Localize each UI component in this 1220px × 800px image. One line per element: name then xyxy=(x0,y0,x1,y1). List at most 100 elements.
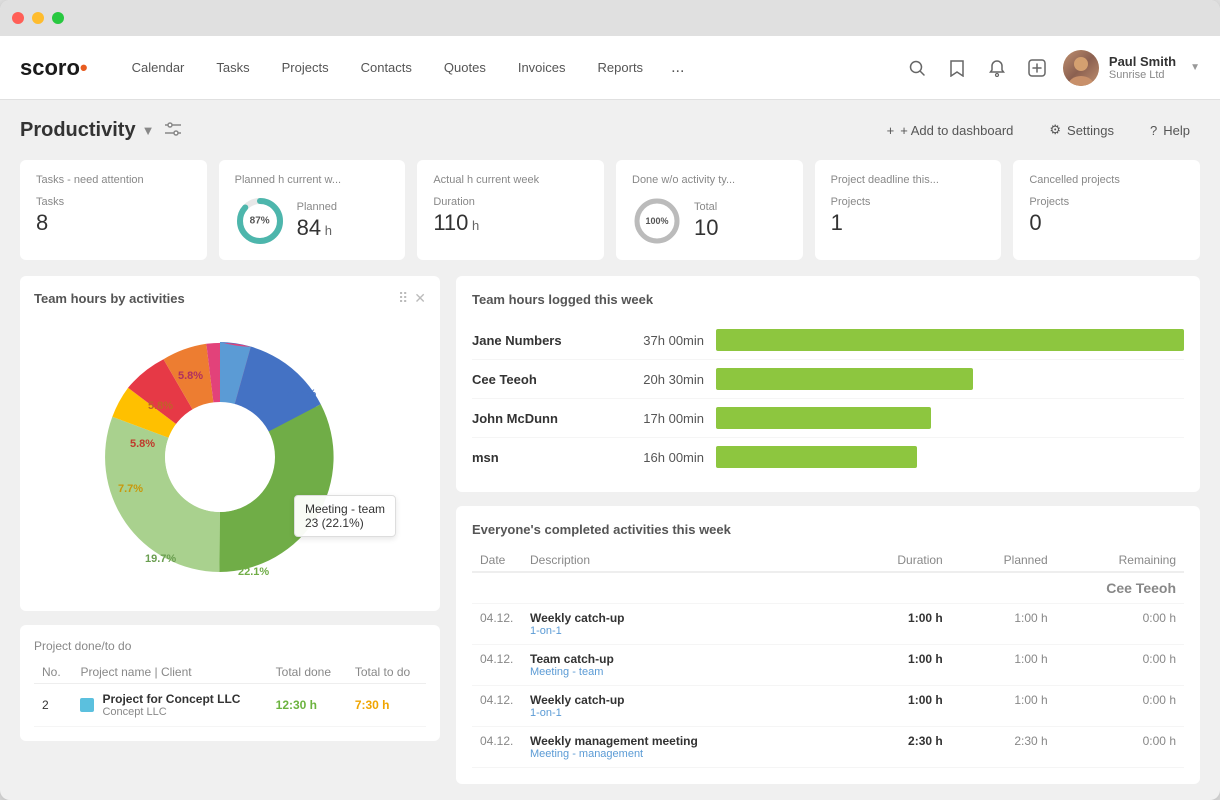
stat-planned-unit: h xyxy=(325,223,332,238)
col-duration: Duration xyxy=(843,549,950,572)
stat-deadline-label: Projects xyxy=(831,196,871,208)
hours-logged-card: Team hours logged this week Jane Numbers… xyxy=(456,276,1200,492)
nav-reports[interactable]: Reports xyxy=(584,52,658,83)
hours-val-3: 16h 00min xyxy=(614,450,704,465)
stat-cancelled: Cancelled projects Projects 0 xyxy=(1013,160,1200,260)
right-panel: Team hours logged this week Jane Numbers… xyxy=(456,276,1200,784)
col-date: Date xyxy=(472,549,522,572)
act-plan-3: 2:30 h xyxy=(951,727,1056,768)
act-rem-0: 0:00 h xyxy=(1056,604,1184,645)
act-rem-2: 0:00 h xyxy=(1056,686,1184,727)
user-menu[interactable]: Paul Smith Sunrise Ltd ▼ xyxy=(1063,50,1200,86)
filter-dropdown-icon[interactable]: ▼ xyxy=(142,123,155,138)
act-dur-1: 1:00 h xyxy=(843,645,950,686)
act-date-2: 04.12. xyxy=(472,686,522,727)
main-content: Productivity ▼ + + Add to dashboard ⚙ Se… xyxy=(0,100,1220,800)
maximize-button[interactable] xyxy=(52,12,64,24)
act-dur-2: 1:00 h xyxy=(843,686,950,727)
logo-accent: • xyxy=(80,55,88,80)
pie-label-2: 22.1% xyxy=(238,566,269,578)
pie-label-6: 5.8% xyxy=(148,400,173,412)
notification-icon[interactable] xyxy=(983,54,1011,82)
nav-contacts[interactable]: Contacts xyxy=(347,52,426,83)
project-todo: 7:30 h xyxy=(347,684,426,727)
act-desc-0: Weekly catch-up xyxy=(530,611,835,625)
chart-card-header: Team hours by activities ⠿ ✕ xyxy=(34,290,426,307)
page-title: Productivity xyxy=(20,119,136,142)
stat-actual-unit: h xyxy=(472,218,479,233)
activity-row-0: 04.12. Weekly catch-up 1-on-1 1:00 h 1:0… xyxy=(472,604,1184,645)
chart-actions: ⠿ ✕ xyxy=(398,290,426,307)
stat-cancelled-title: Cancelled projects xyxy=(1029,174,1184,186)
col-desc: Description xyxy=(522,549,843,572)
project-table: No. Project name | Client Total done Tot… xyxy=(34,661,426,727)
nav-more[interactable]: ... xyxy=(661,51,694,85)
left-panel: Team hours by activities ⠿ ✕ xyxy=(20,276,440,784)
act-sub-1: Meeting - team xyxy=(530,666,835,678)
stat-actual-title: Actual h current week xyxy=(433,174,588,186)
drag-icon[interactable]: ⠿ xyxy=(398,290,408,307)
pie-label-4: 7.7% xyxy=(118,483,143,495)
act-plan-2: 1:00 h xyxy=(951,686,1056,727)
act-desc-3: Weekly management meeting xyxy=(530,734,835,748)
stat-deadline: Project deadline this... Projects 1 xyxy=(815,160,1002,260)
col-no: No. xyxy=(34,661,72,684)
hours-val-1: 20h 30min xyxy=(614,372,704,387)
bar-2 xyxy=(716,407,1184,429)
act-desc-1: Team catch-up xyxy=(530,652,835,666)
hours-row-3: msn 16h 00min xyxy=(472,438,1184,476)
hours-row-2: John McDunn 17h 00min xyxy=(472,399,1184,438)
navbar: scoro• Calendar Tasks Projects Contacts … xyxy=(0,36,1220,100)
project-done: 12:30 h xyxy=(268,684,347,727)
act-rem-3: 0:00 h xyxy=(1056,727,1184,768)
close-icon[interactable]: ✕ xyxy=(414,290,426,307)
close-button[interactable] xyxy=(12,12,24,24)
user-name: Paul Smith xyxy=(1109,54,1176,69)
done-percent: 100% xyxy=(645,216,668,226)
dashboard-header: Productivity ▼ + + Add to dashboard ⚙ Se… xyxy=(20,116,1200,144)
user-company: Sunrise Ltd xyxy=(1109,69,1176,81)
act-dur-3: 2:30 h xyxy=(843,727,950,768)
nav-tasks[interactable]: Tasks xyxy=(202,52,263,83)
hours-row-1: Cee Teeoh 20h 30min xyxy=(472,360,1184,399)
add-icon[interactable] xyxy=(1023,54,1051,82)
bar-1 xyxy=(716,368,1184,390)
stat-done-value: 10 xyxy=(694,215,718,241)
add-to-dashboard-button[interactable]: + + Add to dashboard xyxy=(877,117,1024,144)
settings-button[interactable]: ⚙ Settings xyxy=(1039,116,1124,144)
nav-invoices[interactable]: Invoices xyxy=(504,52,580,83)
planned-donut-chart: 87% xyxy=(235,196,285,246)
nav-right: Paul Smith Sunrise Ltd ▼ xyxy=(903,50,1200,86)
nav-quotes[interactable]: Quotes xyxy=(430,52,500,83)
nav-calendar[interactable]: Calendar xyxy=(118,52,199,83)
pie-label-7: 5.8% xyxy=(178,370,203,382)
project-table-title: Project done/to do xyxy=(34,639,426,653)
hours-row-0: Jane Numbers 37h 00min xyxy=(472,321,1184,360)
avatar xyxy=(1063,50,1099,86)
done-circle-chart: 100% xyxy=(632,196,682,246)
activities-table: Date Description Duration Planned Remain… xyxy=(472,549,1184,768)
act-sub-2: 1-on-1 xyxy=(530,707,835,719)
bookmark-icon[interactable] xyxy=(943,54,971,82)
col-project: Project name | Client xyxy=(72,661,267,684)
activity-row-1: 04.12. Team catch-up Meeting - team 1:00… xyxy=(472,645,1184,686)
bar-3 xyxy=(716,446,1184,468)
filter-settings-icon[interactable] xyxy=(164,121,182,140)
stat-tasks-label: Tasks xyxy=(36,196,64,208)
minimize-button[interactable] xyxy=(32,12,44,24)
search-icon[interactable] xyxy=(903,54,931,82)
nav-projects[interactable]: Projects xyxy=(268,52,343,83)
stat-actual: Actual h current week Duration 110 h xyxy=(417,160,604,260)
project-name: Project for Concept LLC xyxy=(102,692,240,706)
hours-val-0: 37h 00min xyxy=(614,333,704,348)
stat-done-label: Total xyxy=(694,201,718,213)
help-button[interactable]: ? Help xyxy=(1140,117,1200,144)
act-sub-0: 1-on-1 xyxy=(530,625,835,637)
logo[interactable]: scoro• xyxy=(20,55,88,81)
col-todo: Total to do xyxy=(347,661,426,684)
settings-bar: + + Add to dashboard ⚙ Settings ? Help xyxy=(877,116,1200,144)
person-name-2: John McDunn xyxy=(472,411,602,426)
stat-planned: Planned h current w... 87% Planned 84 h xyxy=(219,160,406,260)
person-name-3: msn xyxy=(472,450,602,465)
project-client: Concept LLC xyxy=(102,706,240,718)
